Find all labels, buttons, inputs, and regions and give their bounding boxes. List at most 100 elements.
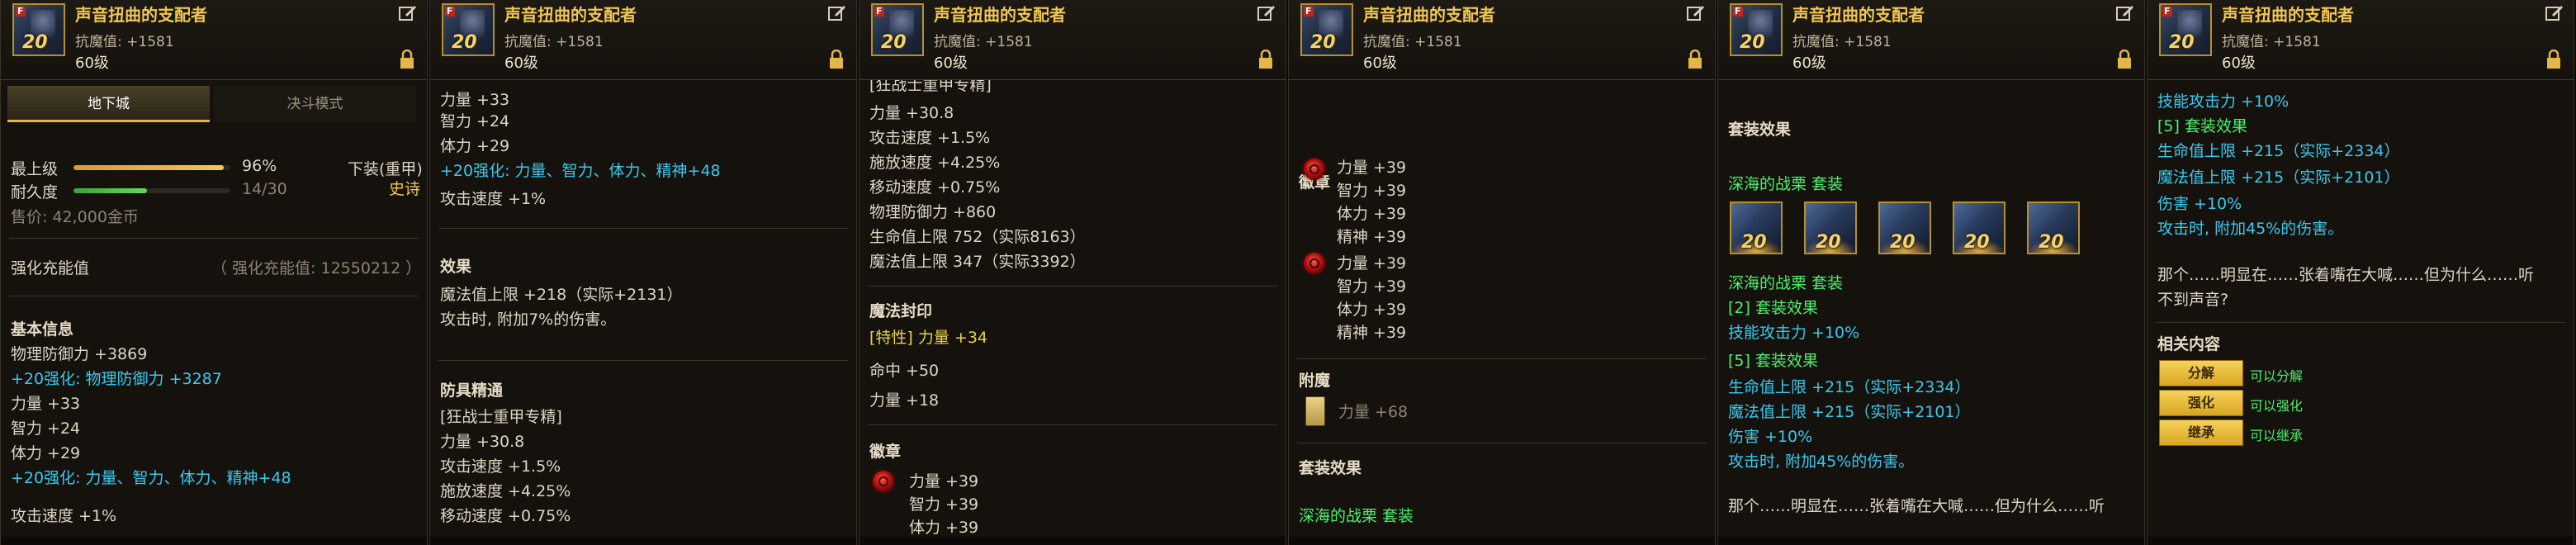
set-name: 深海的战栗 套装 xyxy=(1299,507,1414,525)
stat-line: 物理防御力 +860 xyxy=(869,203,997,221)
tooltip-panel-6: F 20 声音扭曲的支配者 抗魔值: +1581 60级 技能攻击力 +10% [… xyxy=(2147,0,2574,545)
effect-line: 魔法值上限 +218（实际+2131） xyxy=(440,286,683,304)
stat-line: 智力 +24 xyxy=(11,419,81,438)
emblem-line: 智力 +39 xyxy=(1337,182,1407,200)
emblem-line: 力量 +39 xyxy=(909,472,979,490)
item-header: F 20 声音扭曲的支配者 抗魔值: +1581 60级 xyxy=(859,0,1286,80)
item-header: F 20 声音扭曲的支配者 抗魔值: +1581 60级 xyxy=(2147,0,2574,80)
item-header: F 20 声音扭曲的支配者 抗魔值: +1581 60级 xyxy=(430,0,856,80)
red-emblem-icon xyxy=(873,471,894,492)
lock-icon[interactable] xyxy=(1687,50,1703,69)
edit-icon[interactable] xyxy=(1687,5,1705,21)
set-piece-icon: 20 xyxy=(2027,201,2080,254)
durability-bar xyxy=(73,188,230,193)
item-level: 60级 xyxy=(75,54,109,72)
lock-icon[interactable] xyxy=(2545,50,2562,69)
emblem-line: 精神 +39 xyxy=(1337,324,1407,342)
effect-line: 攻击时, 附加7%的伤害。 xyxy=(440,310,617,329)
item-level: 60级 xyxy=(1792,54,1826,72)
disassemble-button[interactable]: 分解 xyxy=(2159,360,2243,386)
inherit-button[interactable]: 继承 xyxy=(2159,419,2243,446)
resist-value: 抗魔值: +1581 xyxy=(2222,34,2321,50)
item-level: 60级 xyxy=(1363,54,1397,72)
stat-line: 施放速度 +4.25% xyxy=(869,154,1001,172)
set-piece-icon: 20 xyxy=(1953,201,2005,254)
emblem-line: 力量 +39 xyxy=(1337,254,1407,272)
tooltip-panel-4: F 20 声音扭曲的支配者 抗魔值: +1581 60级 徽章 力量 +39 智力… xyxy=(1288,0,1716,545)
related-heading: 相关内容 xyxy=(2157,335,2221,353)
reinforce-label: 强化充能值 xyxy=(11,259,90,277)
lock-icon[interactable] xyxy=(1257,50,1274,69)
durability-value: 14/30 xyxy=(242,180,287,198)
stat-line: 攻击速度 +1% xyxy=(11,507,117,525)
flavor-text: 那个……明显在……张着嘴在大喊……但为什么……听 xyxy=(1728,497,2105,515)
stat-line: 力量 +33 xyxy=(440,91,510,109)
set-bonus-line: 伤害 +10% xyxy=(1728,428,1813,446)
durability-label: 耐久度 xyxy=(11,183,59,201)
stat-line: 攻击速度 +1% xyxy=(440,190,547,208)
emblem-line: 精神 +39 xyxy=(1337,228,1407,246)
edit-icon[interactable] xyxy=(399,5,417,21)
edit-icon[interactable] xyxy=(1257,5,1276,21)
tab-dungeon[interactable]: 地下城 xyxy=(7,86,210,122)
set-bonus-line: 技能攻击力 +10% xyxy=(1728,324,1860,342)
item-name: 声音扭曲的支配者 xyxy=(1792,5,1925,25)
edit-icon[interactable] xyxy=(2116,5,2134,21)
reinforce-button[interactable]: 强化 xyxy=(2159,390,2243,416)
stat-line: 攻击速度 +1.5% xyxy=(869,129,991,147)
lock-icon[interactable] xyxy=(2116,50,2133,69)
stat-line: 体力 +29 xyxy=(440,137,510,155)
stat-line: +20强化: 力量、智力、体力、精神+48 xyxy=(11,469,291,487)
red-emblem-icon xyxy=(1304,159,1325,180)
edit-icon[interactable] xyxy=(828,5,846,21)
item-level: 60级 xyxy=(934,54,968,72)
mastery-line: [狂战士重甲专精] xyxy=(440,408,562,426)
set-bonus-line: 魔法值上限 +215（实际+2101） xyxy=(2157,168,2400,187)
item-header: F 20 声音扭曲的支配者 抗魔值: +1581 60级 xyxy=(1,0,427,80)
emblem-line: 智力 +39 xyxy=(909,495,979,514)
stat-line: 力量 +30.8 xyxy=(869,104,954,122)
set-piece-icon: 20 xyxy=(1878,201,1931,254)
emblem-line: 体力 +39 xyxy=(1337,301,1407,319)
item-icon: F 20 xyxy=(2159,3,2212,56)
tooltip-panel-1: F 20 声音扭曲的支配者 抗魔值: +1581 60级 地下城 决斗模式 最上级… xyxy=(0,0,428,545)
lock-icon[interactable] xyxy=(399,50,415,69)
set-piece-icon: 20 xyxy=(1730,201,1783,254)
set-name: 深海的战栗 套装 xyxy=(1728,175,1844,193)
set-bonus-5-heading: [5] 套装效果 xyxy=(1728,352,1818,370)
set-bonus-5-heading: [5] 套装效果 xyxy=(2157,117,2247,135)
stat-line: 物理防御力 +3869 xyxy=(11,345,148,363)
stat-line: 体力 +29 xyxy=(11,444,81,462)
enchant-card-icon xyxy=(1305,396,1325,426)
tooltip-panel-5: F 20 声音扭曲的支配者 抗魔值: +1581 60级 套装效果 深海的战栗 套… xyxy=(1717,0,2145,545)
tab-duel[interactable]: 决斗模式 xyxy=(214,86,416,122)
top-grade-pct: 96% xyxy=(242,157,277,175)
set-bonus-line: 生命值上限 +215（实际+2334） xyxy=(2157,142,2400,160)
lock-icon[interactable] xyxy=(828,50,845,69)
edit-icon[interactable] xyxy=(2545,5,2564,21)
mastery-line: 施放速度 +4.25% xyxy=(440,482,571,500)
rarity: 史诗 xyxy=(389,180,421,198)
set-bonus-line: 伤害 +10% xyxy=(2157,195,2242,213)
set-heading: 套装效果 xyxy=(1728,121,1792,139)
stat-line: 智力 +24 xyxy=(440,112,510,130)
set-bonus-line: 魔法值上限 +215（实际+2101） xyxy=(1728,403,1971,421)
item-level: 60级 xyxy=(2222,54,2256,72)
resist-value: 抗魔值: +1581 xyxy=(504,34,604,50)
top-grade-label: 最上级 xyxy=(11,160,59,178)
item-name: 声音扭曲的支配者 xyxy=(75,5,207,25)
set-bonus-line: 攻击时, 附加45%的伤害。 xyxy=(1728,453,1915,471)
enchant-line: 力量 +68 xyxy=(1338,403,1409,421)
set-bonus-line: 生命值上限 +215（实际+2334） xyxy=(1728,378,1971,396)
seal-line: 力量 +18 xyxy=(869,391,940,410)
flavor-text: 那个……明显在……张着嘴在大喊……但为什么……听 xyxy=(2157,266,2535,284)
resist-value: 抗魔值: +1581 xyxy=(934,34,1033,50)
resist-value: 抗魔值: +1581 xyxy=(1792,34,1892,50)
top-grade-bar xyxy=(73,165,230,170)
item-icon: F 20 xyxy=(442,3,495,56)
stat-line: +20强化: 物理防御力 +3287 xyxy=(11,370,222,388)
red-emblem-icon xyxy=(1304,253,1325,274)
item-name: 声音扭曲的支配者 xyxy=(934,5,1066,25)
set-bonus-2-heading: [2] 套装效果 xyxy=(1728,299,1818,317)
mastery-line: 力量 +30.8 xyxy=(440,433,525,451)
